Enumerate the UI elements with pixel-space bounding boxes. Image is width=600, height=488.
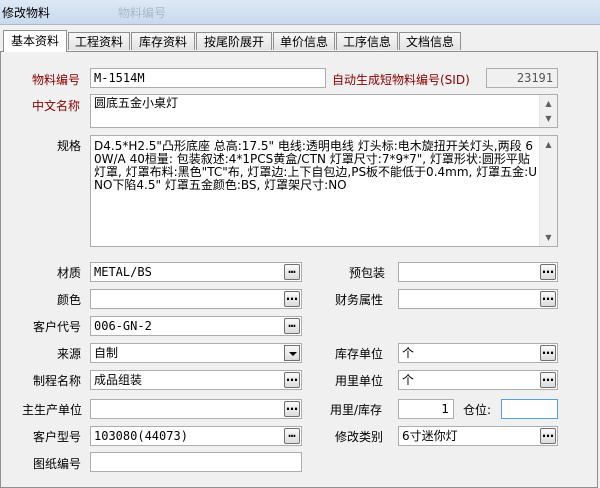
tab-basic[interactable]: 基本资料 [3,30,67,52]
material-field[interactable]: METAL/BS … [90,262,302,282]
ellipsis-icon[interactable]: … [284,371,300,388]
material-label: 材质 [57,266,82,280]
color-field[interactable]: … [90,289,302,309]
material-no-label: 物料编号 [32,73,81,87]
position-field[interactable] [501,399,558,419]
window-title-overlap: 物料编号 [118,6,167,20]
source-select[interactable]: 自制 [90,343,302,363]
process-label: 制程名称 [33,374,82,388]
position-label: 仓位: [463,403,492,417]
customer-model-value: 103080(44073) [94,429,188,443]
main-unit-label: 主生产单位 [22,403,83,417]
usage-unit-value: 个 [402,373,415,387]
tab-docs[interactable]: 文档信息 [399,32,461,50]
color-label: 颜色 [57,293,82,307]
cn-name-scrollbar[interactable]: ▲ ▼ [539,95,557,127]
stock-unit-field[interactable]: 个… [398,343,558,363]
ellipsis-icon[interactable]: … [540,344,556,361]
ellipsis-icon[interactable]: … [540,427,556,444]
customer-code-value: 006-GN-2 [94,319,152,333]
tab-process[interactable]: 工序信息 [336,32,398,50]
scroll-down-icon[interactable]: ▼ [540,229,557,246]
spec-scrollbar[interactable]: ▲ ▼ [539,136,557,246]
ellipsis-icon[interactable]: … [540,263,556,280]
tab-engineering[interactable]: 工程资料 [68,32,130,50]
cn-name-label: 中文名称 [32,99,81,113]
stock-unit-label: 库存单位 [335,347,384,361]
ellipsis-icon[interactable]: … [284,263,300,280]
drawing-no-label: 图纸编号 [33,457,82,471]
stock-unit-value: 个 [402,346,415,360]
customer-model-label: 客户型号 [33,430,82,444]
finance-field[interactable]: … [398,289,558,309]
scroll-up-icon[interactable]: ▲ [540,136,557,153]
prepack-field[interactable]: … [398,262,558,282]
scroll-down-icon[interactable]: ▼ [540,110,557,127]
drawing-no-field[interactable] [90,452,302,472]
ellipsis-icon[interactable]: … [284,290,300,307]
source-value: 自制 [94,346,119,360]
main-unit-field[interactable]: … [90,399,302,419]
prepack-label: 预包装 [349,266,386,280]
material-value: METAL/BS [94,265,152,279]
auto-sid-label: 自动生成短物料编号(SID) [332,73,470,87]
ellipsis-icon[interactable]: … [284,317,300,334]
usage-unit-field[interactable]: 个… [398,370,558,390]
ellipsis-icon[interactable]: … [540,371,556,388]
change-type-field[interactable]: 6寸迷你灯 … [398,426,558,446]
usage-unit-label: 用里单位 [335,374,384,388]
ratio-label: 用里/库存 [330,403,383,417]
chevron-down-icon[interactable] [284,345,300,361]
tab-expand[interactable]: 按尾阶展开 [196,32,272,50]
spec-field[interactable]: D4.5*H2.5"凸形底座 总高:17.5" 电线:透明电线 灯头标:电木旋扭… [90,135,558,247]
ellipsis-icon[interactable]: … [540,290,556,307]
ratio-field[interactable]: 1 [398,399,454,419]
change-type-label: 修改类别 [335,430,384,444]
sid-field: 23191 [486,68,558,88]
spec-label: 规格 [57,139,82,153]
window-titlebar: 修改物料 物料编号 [0,0,600,25]
cn-name-field[interactable]: 圆底五金小桌灯 ▲ ▼ [90,94,558,128]
finance-label: 财务属性 [335,293,384,307]
ellipsis-icon[interactable]: … [284,400,300,417]
cn-name-text: 圆底五金小桌灯 [94,96,179,110]
tab-price[interactable]: 单价信息 [273,32,335,50]
tab-inventory[interactable]: 库存资料 [131,32,195,50]
customer-code-field[interactable]: 006-GN-2 … [90,316,302,336]
process-value: 成品组装 [94,373,143,387]
process-field[interactable]: 成品组装 … [90,370,302,390]
material-no-field[interactable]: M-1514M [90,68,326,88]
source-label: 来源 [57,347,82,361]
window-title: 修改物料 [2,6,51,20]
change-type-value: 6寸迷你灯 [402,429,458,443]
customer-code-label: 客户代号 [33,320,82,334]
customer-model-field[interactable]: 103080(44073) … [90,426,302,446]
spec-text: D4.5*H2.5"凸形底座 总高:17.5" 电线:透明电线 灯头标:电木旋扭… [94,139,537,192]
ellipsis-icon[interactable]: … [284,427,300,444]
